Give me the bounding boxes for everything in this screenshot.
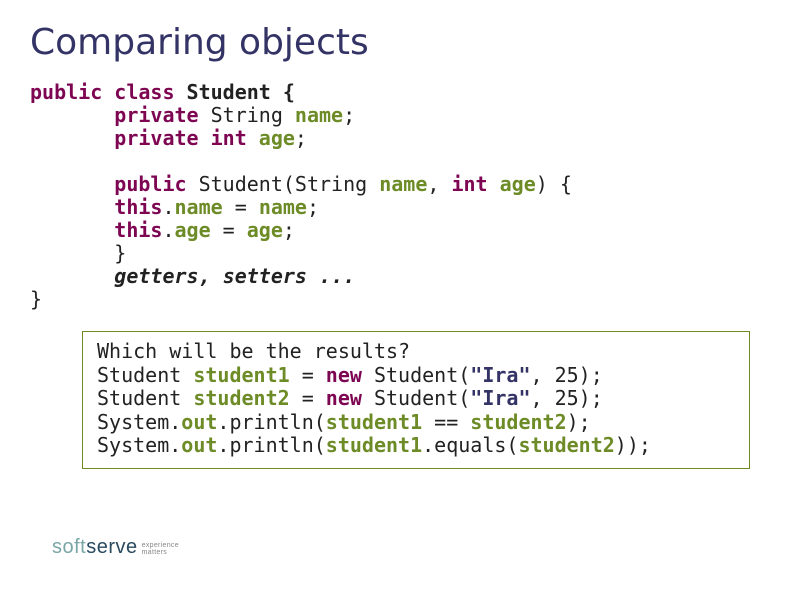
- code-token: private: [114, 103, 198, 127]
- code-token: setters: [223, 264, 307, 288]
- logo-tag-line2: matters: [142, 549, 167, 556]
- q-token: .println(: [217, 410, 325, 434]
- q-token: student2: [518, 433, 614, 457]
- code-token: ;: [343, 103, 355, 127]
- q-token: new: [326, 386, 362, 410]
- q-token: Student: [97, 363, 193, 387]
- q-token: ));: [615, 433, 651, 457]
- code-token: =: [223, 195, 259, 219]
- code-token: age: [500, 172, 536, 196]
- code-token: ;: [295, 126, 307, 150]
- code-token: [30, 103, 114, 127]
- code-token: }: [114, 241, 126, 265]
- q-token: =: [290, 386, 326, 410]
- q-token: Student(: [362, 363, 470, 387]
- code-token: [30, 218, 114, 242]
- code-token: }: [30, 287, 42, 311]
- logo-tag-line1: experience: [142, 542, 179, 549]
- question-line: Student student2 = new Student("Ira", 25…: [97, 387, 735, 411]
- code-token: Student {: [175, 80, 295, 104]
- q-token: student1: [326, 433, 422, 457]
- q-token: Student: [97, 386, 193, 410]
- code-token: [30, 241, 114, 265]
- q-token: "Ira": [470, 386, 530, 410]
- q-token: student1: [326, 410, 422, 434]
- q-token: out: [181, 410, 217, 434]
- code-token: int: [451, 172, 487, 196]
- q-token: .equals(: [422, 433, 518, 457]
- q-token: student2: [470, 410, 566, 434]
- code-token: name: [379, 172, 427, 196]
- code-token: this: [114, 218, 162, 242]
- question-line: Which will be the results?: [97, 340, 735, 364]
- logo: softserve experiencematters: [52, 536, 179, 559]
- code-token: =: [211, 218, 247, 242]
- question-line: Student student1 = new Student("Ira", 25…: [97, 364, 735, 388]
- code-token: this: [114, 195, 162, 219]
- code-token: [30, 172, 114, 196]
- slide: Comparing objects public class Student {…: [0, 0, 800, 469]
- q-token: .println(: [217, 433, 325, 457]
- code-token: public class: [30, 80, 175, 104]
- q-token: student2: [193, 386, 289, 410]
- code-token: ;: [283, 218, 295, 242]
- code-block: public class Student { private String na…: [30, 81, 770, 311]
- logo-serve: serve: [86, 536, 137, 558]
- code-token: getters: [114, 264, 198, 288]
- logo-text: softserve: [52, 536, 138, 558]
- q-token: ==: [422, 410, 470, 434]
- code-token: .: [162, 195, 174, 219]
- q-token: Student(: [362, 386, 470, 410]
- question-line: System.out.println(student1.equals(stude…: [97, 434, 735, 458]
- logo-tagline: experiencematters: [142, 542, 179, 556]
- code-token: ,: [199, 264, 223, 288]
- code-token: [30, 195, 114, 219]
- logo-soft: soft: [52, 536, 86, 558]
- code-token: name: [295, 103, 343, 127]
- code-token: [247, 126, 259, 150]
- q-token: System.: [97, 433, 181, 457]
- code-token: ) {: [536, 172, 572, 196]
- code-token: String: [199, 103, 295, 127]
- code-token: [488, 172, 500, 196]
- code-token: ...: [307, 264, 355, 288]
- q-token: , 25);: [531, 363, 603, 387]
- code-token: age: [175, 218, 211, 242]
- q-token: =: [290, 363, 326, 387]
- code-token: ;: [307, 195, 319, 219]
- question-box: Which will be the results? Student stude…: [82, 331, 750, 469]
- code-token: age: [259, 126, 295, 150]
- code-token: .: [162, 218, 174, 242]
- code-token: private int: [114, 126, 246, 150]
- code-token: name: [175, 195, 223, 219]
- q-token: System.: [97, 410, 181, 434]
- q-token: student1: [193, 363, 289, 387]
- code-token: public: [114, 172, 186, 196]
- question-line: System.out.println(student1 == student2)…: [97, 411, 735, 435]
- q-token: out: [181, 433, 217, 457]
- code-token: name: [259, 195, 307, 219]
- code-token: [30, 264, 114, 288]
- slide-title: Comparing objects: [30, 22, 770, 63]
- code-token: Student(String: [187, 172, 380, 196]
- code-token: ,: [427, 172, 451, 196]
- q-token: );: [567, 410, 591, 434]
- code-token: [30, 126, 114, 150]
- q-token: , 25);: [531, 386, 603, 410]
- q-token: "Ira": [470, 363, 530, 387]
- q-token: new: [326, 363, 362, 387]
- code-token: age: [247, 218, 283, 242]
